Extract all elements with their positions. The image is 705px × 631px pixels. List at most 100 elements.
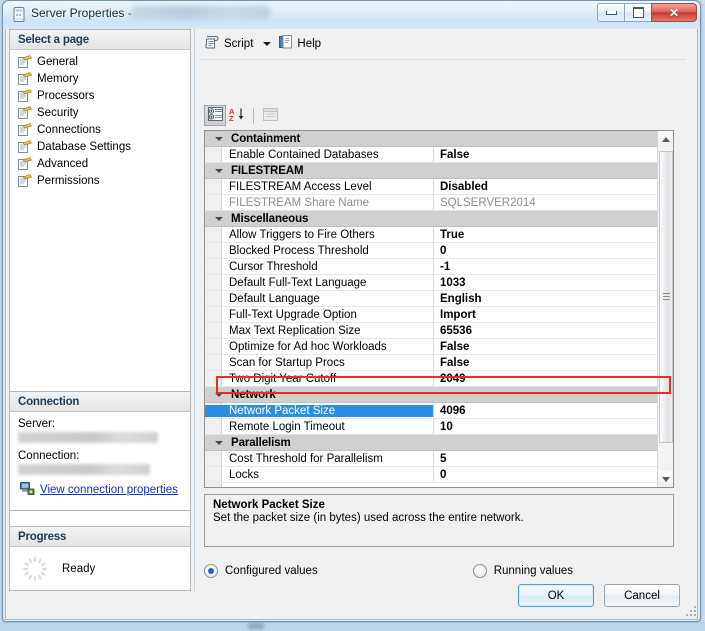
- script-button[interactable]: Script: [201, 33, 256, 54]
- scroll-down-button[interactable]: [658, 471, 673, 487]
- property-value[interactable]: 1033: [433, 275, 658, 290]
- chevron-up-icon: [662, 136, 670, 142]
- chevron-down-icon: [662, 476, 670, 482]
- window-title: Server Properties -: [31, 6, 132, 20]
- property-name: Network Packet Size: [205, 404, 433, 417]
- minimize-button[interactable]: [597, 3, 625, 22]
- property-value[interactable]: 4096: [433, 403, 658, 418]
- dialog-footer: OK Cancel: [6, 573, 699, 619]
- property-row[interactable]: Default Full-Text Language 1033: [205, 275, 658, 291]
- property-value[interactable]: False: [433, 147, 658, 162]
- property-value[interactable]: True: [433, 227, 658, 242]
- scrollbar-thumb[interactable]: [659, 151, 673, 443]
- server-label: Server:: [18, 418, 56, 430]
- resize-grip-icon[interactable]: [685, 605, 696, 616]
- property-value[interactable]: 2049: [433, 371, 658, 386]
- property-row[interactable]: Scan for Startup Procs False: [205, 355, 658, 371]
- help-button[interactable]: Help: [276, 33, 324, 54]
- property-category-row[interactable]: Miscellaneous: [205, 211, 658, 227]
- property-row[interactable]: Two Digit Year Cutoff 2049: [205, 371, 658, 387]
- property-value[interactable]: 5: [433, 451, 658, 466]
- expand-collapse-triangle-icon[interactable]: [215, 137, 223, 141]
- server-properties-icon: [13, 7, 25, 22]
- property-row[interactable]: Full-Text Upgrade Option Import: [205, 307, 658, 323]
- expand-collapse-triangle-icon[interactable]: [215, 441, 223, 445]
- scroll-up-button[interactable]: [658, 131, 673, 147]
- property-row[interactable]: Locks 0: [205, 467, 658, 483]
- property-row[interactable]: Max Text Replication Size 65536: [205, 323, 658, 339]
- property-value[interactable]: False: [433, 355, 658, 370]
- property-row[interactable]: FILESTREAM Share Name SQLSERVER2014: [205, 195, 658, 211]
- expand-collapse-triangle-icon[interactable]: [215, 393, 223, 397]
- sidebar-item-general[interactable]: General: [16, 53, 190, 70]
- minimize-icon: [605, 10, 617, 15]
- page-icon: [18, 140, 33, 153]
- property-value[interactable]: English: [433, 291, 658, 306]
- property-row[interactable]: Allow Triggers to Fire Others True: [205, 227, 658, 243]
- view-connection-properties-link[interactable]: View connection properties: [35, 484, 178, 496]
- property-row[interactable]: Enable Contained Databases False: [205, 147, 658, 163]
- categorized-view-button[interactable]: [204, 105, 226, 126]
- property-value[interactable]: Import: [433, 307, 658, 322]
- property-grid-scrollbar[interactable]: [657, 131, 673, 487]
- property-value[interactable]: Disabled: [433, 179, 658, 194]
- property-value[interactable]: -1: [433, 259, 658, 274]
- sidebar-item-security[interactable]: Security: [16, 104, 190, 121]
- view-connection-properties-row[interactable]: View connection properties: [18, 482, 190, 498]
- cancel-button[interactable]: Cancel: [604, 584, 680, 607]
- property-row[interactable]: Cursor Threshold -1: [205, 259, 658, 275]
- svg-text:Z: Z: [229, 114, 234, 122]
- property-pages-button[interactable]: [259, 105, 281, 126]
- property-row[interactable]: Default Language English: [205, 291, 658, 307]
- expand-collapse-triangle-icon[interactable]: [215, 217, 223, 221]
- sidebar-item-connections[interactable]: Connections: [16, 121, 190, 138]
- window-title-redacted-servername: [131, 5, 271, 20]
- property-category-row[interactable]: Network: [205, 387, 658, 403]
- window-title-bar[interactable]: Server Properties - ✕: [3, 1, 700, 29]
- description-title: Network Packet Size: [213, 499, 325, 511]
- maximize-button[interactable]: [624, 3, 652, 22]
- property-value[interactable]: False: [433, 339, 658, 354]
- categorized-view-icon: [207, 107, 223, 124]
- close-button[interactable]: ✕: [651, 3, 697, 22]
- property-row[interactable]: Cost Threshold for Parallelism 5: [205, 451, 658, 467]
- page-icon: [18, 89, 33, 102]
- alphabetical-sort-button[interactable]: A Z: [226, 105, 248, 126]
- page-icon: [18, 72, 33, 85]
- property-row[interactable]: Remote Login Timeout 10: [205, 419, 658, 435]
- server-properties-window: Server Properties - ✕ Select a page Gene…: [2, 0, 701, 622]
- sidebar-item-label: Advanced: [37, 157, 89, 170]
- sidebar-item-processors[interactable]: Processors: [16, 87, 190, 104]
- property-row[interactable]: Optimize for Ad hoc Workloads False: [205, 339, 658, 355]
- progress-header: Progress: [10, 527, 190, 547]
- property-category-row[interactable]: FILESTREAM: [205, 163, 658, 179]
- property-value[interactable]: 65536: [433, 323, 658, 338]
- connection-header: Connection: [10, 392, 190, 412]
- select-page-header: Select a page: [10, 30, 190, 50]
- dialog-body: Select a page General Memory Processors …: [5, 29, 698, 620]
- property-name: Cost Threshold for Parallelism: [229, 452, 383, 465]
- sidebar-item-advanced[interactable]: Advanced: [16, 155, 190, 172]
- ok-button[interactable]: OK: [518, 584, 594, 607]
- property-value[interactable]: 0: [433, 467, 658, 482]
- background-taskbar-nub: [248, 623, 264, 629]
- property-value[interactable]: SQLSERVER2014: [433, 195, 658, 210]
- property-name: Two Digit Year Cutoff: [229, 372, 337, 385]
- property-name: FILESTREAM Share Name: [229, 196, 369, 209]
- sidebar-item-database-settings[interactable]: Database Settings: [16, 138, 190, 155]
- sidebar-item-label: General: [37, 55, 78, 68]
- property-row[interactable]: Blocked Process Threshold 0: [205, 243, 658, 259]
- expand-collapse-triangle-icon[interactable]: [215, 169, 223, 173]
- property-row[interactable]: Network Packet Size 4096: [205, 403, 658, 419]
- property-category-row[interactable]: Containment: [205, 131, 658, 147]
- property-value[interactable]: 10: [433, 419, 658, 434]
- help-label: Help: [297, 37, 322, 50]
- property-value[interactable]: 0: [433, 243, 658, 258]
- property-grid[interactable]: Containment Enable Contained Databases Fal…: [204, 130, 674, 488]
- server-value-redacted: [18, 432, 158, 443]
- sidebar-item-memory[interactable]: Memory: [16, 70, 190, 87]
- property-row[interactable]: FILESTREAM Access Level Disabled: [205, 179, 658, 195]
- sidebar-item-permissions[interactable]: Permissions: [16, 172, 190, 189]
- chevron-down-icon[interactable]: [263, 41, 272, 46]
- property-category-row[interactable]: Parallelism: [205, 435, 658, 451]
